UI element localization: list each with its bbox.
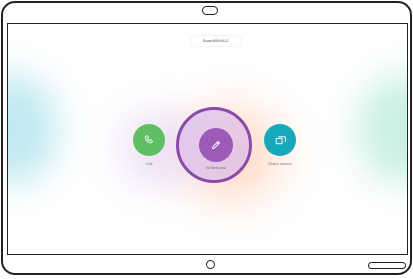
share-screen-label: Share screen bbox=[268, 161, 292, 166]
call-button[interactable] bbox=[133, 124, 165, 156]
share-screen-icon bbox=[275, 135, 286, 144]
home-screen: Board55W412 Call Whiteboard Share screen bbox=[7, 23, 408, 255]
home-sensor-icon bbox=[206, 260, 215, 269]
call-label: Call bbox=[145, 161, 153, 166]
background-glow-right bbox=[357, 74, 407, 184]
whiteboard-label: Whiteboard bbox=[205, 165, 227, 170]
device-name-label: Board55W412 bbox=[191, 36, 241, 46]
pencil-icon bbox=[212, 141, 220, 149]
camera-icon bbox=[202, 6, 218, 15]
share-screen-button[interactable] bbox=[264, 124, 296, 156]
phone-icon bbox=[144, 135, 153, 144]
background-glow-left bbox=[8, 74, 58, 184]
device-frame: Board55W412 Call Whiteboard Share screen bbox=[1, 1, 412, 275]
whiteboard-button[interactable] bbox=[199, 128, 233, 162]
pen-holder bbox=[368, 262, 406, 269]
